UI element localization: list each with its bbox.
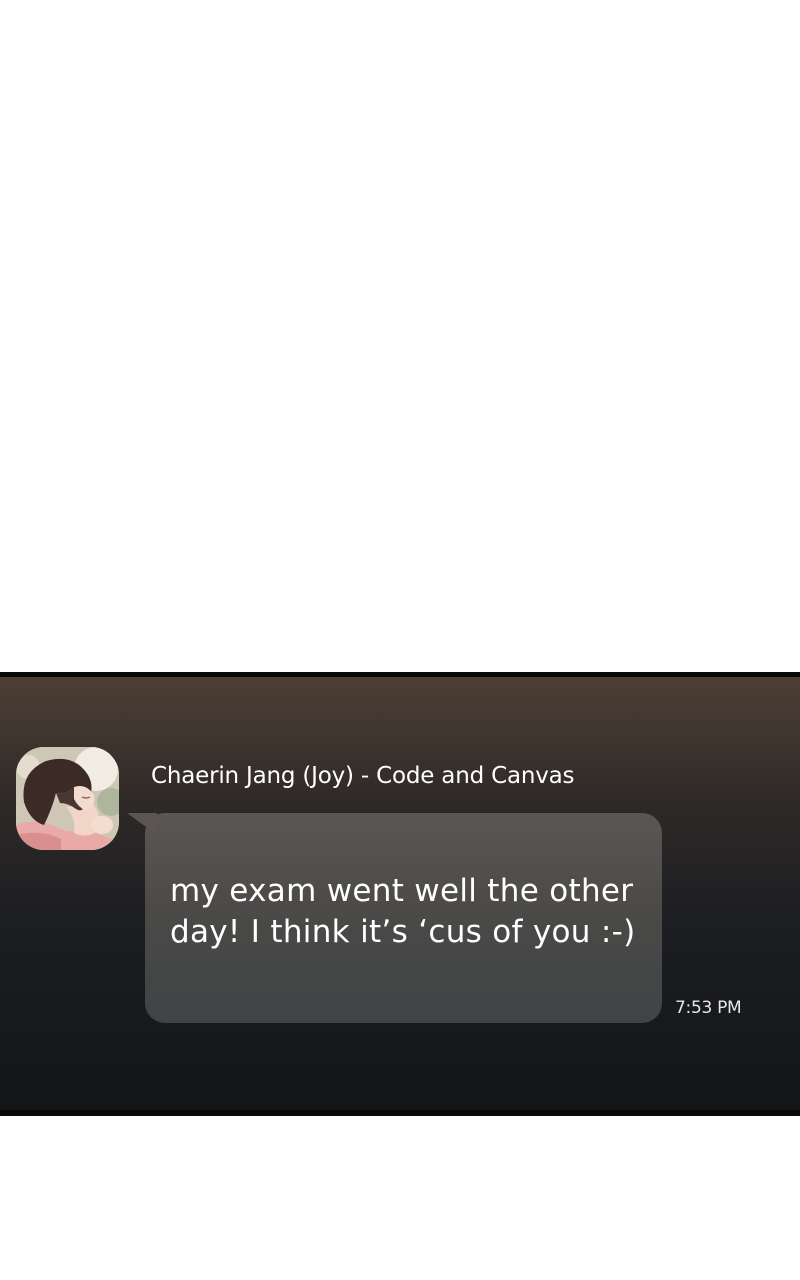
page: Chaerin Jang (Joy) - Code and Canvas my … bbox=[0, 0, 800, 1280]
sender-name: Chaerin Jang (Joy) - Code and Canvas bbox=[151, 763, 575, 789]
message-text: my exam went well the other day! I think… bbox=[170, 873, 636, 950]
profile-photo-girl-icon[interactable] bbox=[16, 747, 119, 850]
bubble-tail bbox=[127, 813, 157, 835]
chat-panel: Chaerin Jang (Joy) - Code and Canvas my … bbox=[0, 672, 800, 1116]
message-timestamp: 7:53 PM bbox=[675, 998, 742, 1018]
message-bubble[interactable]: my exam went well the other day! I think… bbox=[127, 813, 662, 1023]
